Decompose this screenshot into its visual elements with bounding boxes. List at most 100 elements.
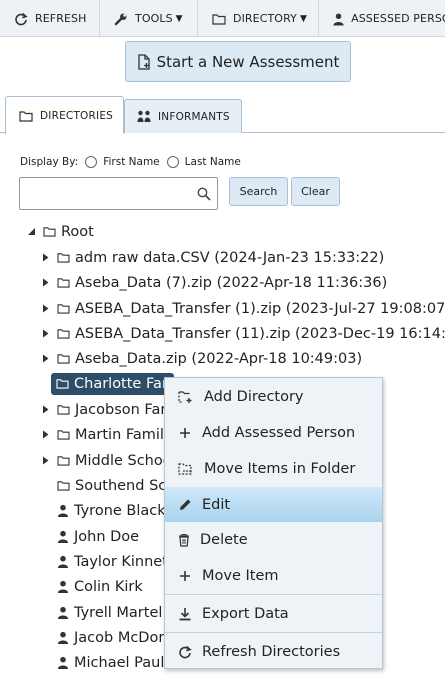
tree-node-folder[interactable]: Southend Sc	[57, 473, 166, 498]
tree-node-label: Tyrone Black	[74, 502, 166, 519]
expand-arrow-icon[interactable]	[38, 456, 52, 465]
search-icon[interactable]	[197, 187, 211, 201]
tree-node-label: Martin Family	[75, 426, 173, 443]
tab-bar: DIRECTORIES INFORMANTS	[0, 96, 445, 134]
tree-node-person[interactable]: John Doe	[57, 524, 139, 549]
last-name-label: Last Name	[184, 156, 241, 168]
caret-down-icon: ▼	[299, 13, 307, 24]
tools-menu-button[interactable]: TOOLS ▼	[100, 0, 198, 36]
menu-delete[interactable]: Delete	[165, 522, 382, 557]
directory-menu-button[interactable]: DIRECTORY ▼	[198, 0, 319, 36]
person-icon	[57, 631, 69, 644]
plus-icon	[180, 570, 190, 581]
tree-node-file[interactable]: ASEBA_Data_Transfer (1).zip (2023-Jul-27…	[38, 296, 445, 321]
tree-node-label: Michael Paul	[74, 654, 165, 671]
tree-node-folder[interactable]: Martin Family	[38, 422, 173, 447]
expand-arrow-icon[interactable]	[38, 405, 52, 414]
folder-icon	[57, 429, 70, 440]
menu-item-label: Delete	[200, 531, 248, 548]
tree-node-label: Middle Schoo	[75, 452, 172, 469]
selected-node-highlight[interactable]: Charlotte Far	[51, 372, 174, 395]
tab-informants[interactable]: INFORMANTS	[124, 99, 242, 133]
download-icon	[179, 607, 191, 620]
trash-icon	[179, 533, 189, 547]
tree-node-person[interactable]: Jacob McDor	[57, 625, 164, 650]
new-document-icon	[137, 53, 150, 70]
pencil-icon	[180, 499, 191, 510]
tab-directories-label: DIRECTORIES	[40, 109, 114, 122]
last-name-radio[interactable]	[166, 156, 179, 168]
menu-item-label: Refresh Directories	[202, 643, 341, 660]
tree-node-person[interactable]: Tyrone Black	[57, 498, 166, 523]
refresh-label: REFRESH	[35, 12, 87, 25]
expand-arrow-icon[interactable]	[38, 278, 52, 287]
tree-node-label: ASEBA_Data_Transfer (1).zip (2023-Jul-27…	[75, 300, 445, 317]
folder-icon	[57, 353, 70, 364]
collapse-arrow-icon[interactable]	[24, 227, 38, 236]
start-assessment-button[interactable]: Start a New Assessment	[125, 41, 351, 82]
folder-icon	[43, 226, 56, 237]
expand-arrow-icon[interactable]	[38, 354, 52, 363]
search-input[interactable]	[20, 178, 190, 209]
refresh-icon	[179, 645, 192, 658]
expand-arrow-icon[interactable]	[38, 430, 52, 439]
expand-arrow-icon[interactable]	[38, 329, 52, 338]
tree-node-folder[interactable]: Jacobson Far	[38, 397, 166, 422]
expand-arrow-icon[interactable]	[38, 253, 52, 262]
expand-arrow-icon[interactable]	[38, 304, 52, 313]
menu-item-label: Add Assessed Person	[202, 424, 356, 441]
start-assessment-label: Start a New Assessment	[156, 52, 340, 71]
menu-item-label: Move Item	[202, 567, 279, 584]
clear-button[interactable]: Clear	[291, 177, 340, 206]
display-by-options: Display By: First Name Last Name	[20, 156, 241, 168]
search-field	[19, 177, 218, 210]
tree-node-file[interactable]: Aseba_Data.zip (2022-Apr-18 10:49:03)	[38, 346, 362, 371]
assessed-person-menu-button[interactable]: ASSESSED PERSON	[319, 0, 445, 36]
tree-node-file[interactable]: ASEBA_Data_Transfer (11).zip (2023-Dec-1…	[38, 321, 445, 346]
refresh-button[interactable]: REFRESH	[0, 0, 100, 36]
tree-node-label: ASEBA_Data_Transfer (11).zip (2023-Dec-1…	[75, 325, 445, 342]
people-icon	[137, 110, 151, 122]
menu-export-data[interactable]: Export Data	[165, 596, 382, 631]
tree-node-label: Taylor Kinnet	[74, 553, 168, 570]
search-button[interactable]: Search	[229, 177, 288, 206]
tree-node-person[interactable]: Tyrell Martel	[57, 600, 162, 625]
menu-add-directory[interactable]: Add Directory	[165, 379, 382, 414]
tree-node-file[interactable]: adm raw data.CSV (2024-Jan-23 15:33:22)	[38, 245, 384, 270]
tree-node-folder[interactable]: Middle Schoo	[38, 448, 172, 473]
tree-node-file[interactable]: Aseba_Data (7).zip (2022-Apr-18 11:36:36…	[38, 270, 387, 295]
menu-item-label: Add Directory	[204, 388, 304, 405]
tree-node-person[interactable]: Taylor Kinnet	[57, 549, 168, 574]
folder-icon	[57, 252, 70, 263]
tab-directories[interactable]: DIRECTORIES	[5, 96, 124, 134]
menu-edit[interactable]: Edit	[165, 487, 382, 522]
first-name-radio[interactable]	[85, 156, 98, 168]
tree-node-label: Colin Kirk	[74, 578, 143, 595]
menu-move-items-in-folder[interactable]: Move Items in Folder	[165, 451, 382, 486]
folder-icon	[19, 110, 33, 122]
menu-add-assessed-person[interactable]: Add Assessed Person	[165, 415, 382, 450]
menu-refresh-directories[interactable]: Refresh Directories	[165, 634, 382, 669]
person-icon	[57, 504, 69, 517]
add-folder-icon	[178, 390, 192, 403]
tree-node-label: John Doe	[74, 528, 140, 545]
menu-move-item[interactable]: Move Item	[165, 558, 382, 593]
tree-node-person[interactable]: Michael Paul	[57, 650, 164, 675]
top-toolbar: REFRESH TOOLS ▼ DIRECTORY ▼ ASSESSED PER…	[0, 0, 445, 37]
first-name-label: First Name	[103, 156, 160, 168]
menu-item-label: Export Data	[202, 605, 289, 622]
tree-node-label: Southend Sc	[75, 477, 167, 494]
person-icon	[57, 555, 69, 568]
tree-node-root[interactable]: Root	[24, 219, 94, 244]
folder-icon	[57, 480, 70, 491]
assessed-person-label: ASSESSED PERSON	[351, 12, 445, 25]
tree-node-person[interactable]: Colin Kirk	[57, 574, 143, 599]
folder-icon	[57, 455, 70, 466]
folder-icon	[57, 328, 70, 339]
tree-node-selected[interactable]: Charlotte Far	[51, 371, 174, 396]
context-menu: Add Directory Add Assessed Person Move I…	[164, 377, 383, 669]
tree-node-label: Jacob McDor	[74, 629, 165, 646]
tree-node-label: Aseba_Data (7).zip (2022-Apr-18 11:36:36…	[75, 274, 388, 291]
refresh-icon	[15, 12, 28, 25]
person-icon	[57, 530, 69, 543]
